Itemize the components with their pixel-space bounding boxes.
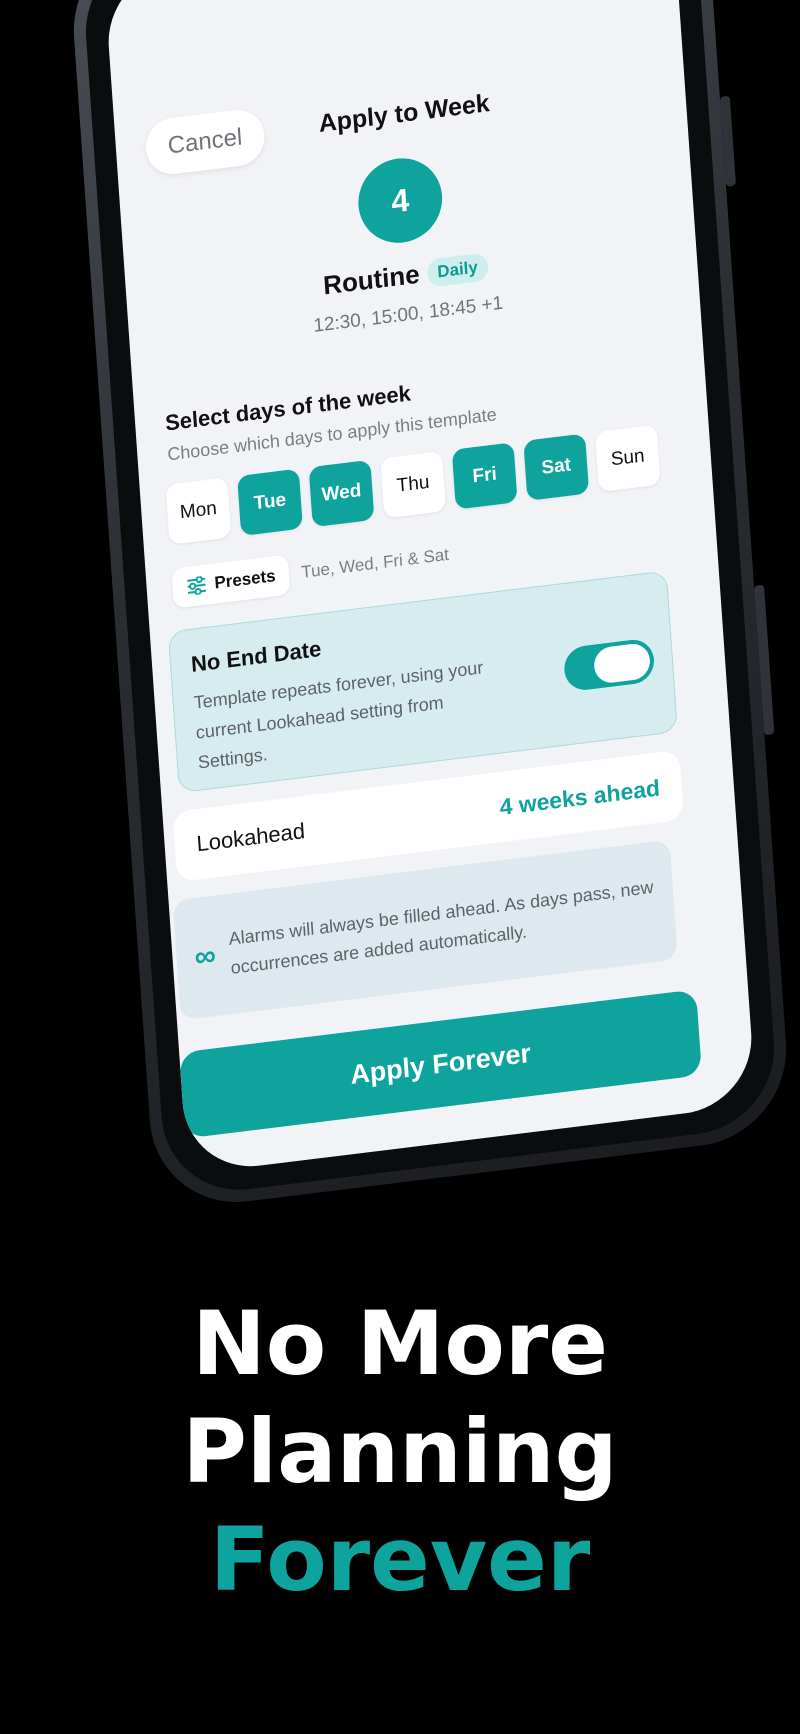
headline-line-1: No More [192, 1292, 608, 1395]
day-button-thu[interactable]: Thu [380, 451, 447, 519]
headline-line-3: Forever [209, 1508, 591, 1611]
day-button-sat[interactable]: Sat [523, 433, 590, 501]
selected-days-summary: Tue, Wed, Fri & Sat [300, 544, 450, 582]
info-text: Alarms will always be filled ahead. As d… [228, 876, 655, 978]
headline-line-2: Planning [182, 1400, 618, 1503]
infinity-icon: ∞ [193, 938, 217, 975]
presets-button[interactable]: Presets [171, 554, 291, 609]
lookahead-value: 4 weeks ahead [498, 773, 661, 820]
sheet-title: Apply to Week [317, 89, 491, 139]
apply-forever-button[interactable]: Apply Forever [179, 989, 702, 1139]
device-stage: Cancel Apply to Week 4 Routine Daily 12:… [0, 0, 800, 1260]
routine-number-badge: 4 [355, 153, 445, 248]
routine-name: Routine [322, 258, 421, 301]
day-button-tue[interactable]: Tue [237, 468, 303, 537]
day-button-fri[interactable]: Fri [451, 442, 518, 510]
presets-row: Presets Tue, Wed, Fri & Sat [171, 535, 450, 609]
sliders-icon [187, 575, 207, 596]
side-button [753, 584, 775, 736]
cancel-button[interactable]: Cancel [144, 106, 267, 178]
day-button-sun[interactable]: Sun [594, 424, 661, 493]
presets-label: Presets [213, 566, 277, 593]
phone-frame: Cancel Apply to Week 4 Routine Daily 12:… [67, 0, 793, 1213]
no-end-date-toggle[interactable] [562, 637, 656, 693]
toggle-knob [592, 641, 652, 685]
side-button [719, 95, 737, 187]
app-screen: Cancel Apply to Week 4 Routine Daily 12:… [103, 0, 757, 1175]
marketing-headline: No More Planning Forever [0, 1290, 800, 1614]
no-end-date-title: No End Date [190, 635, 322, 677]
day-button-mon[interactable]: Mon [165, 477, 232, 545]
phone-bezel: Cancel Apply to Week 4 Routine Daily 12:… [80, 0, 780, 1200]
lookahead-label: Lookahead [195, 818, 306, 857]
day-button-wed[interactable]: Wed [308, 459, 375, 528]
frequency-badge: Daily [426, 251, 489, 288]
